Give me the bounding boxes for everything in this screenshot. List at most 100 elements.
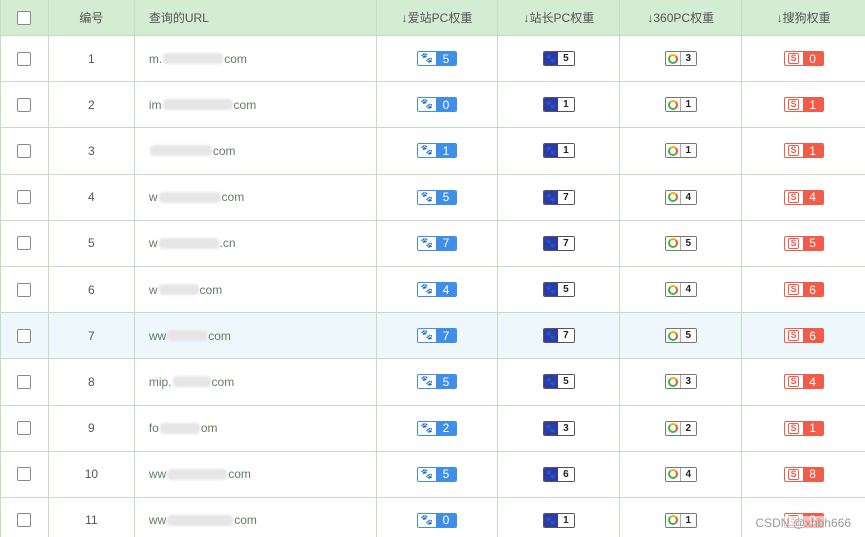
row-check-cell	[1, 128, 49, 174]
pc360-badge[interactable]: 1	[664, 512, 697, 528]
aizhan-badge[interactable]: 🐾 7	[417, 328, 457, 344]
row-checkbox[interactable]	[17, 51, 32, 66]
zhanzhang-badge[interactable]: 🐾 5	[542, 51, 575, 67]
url-link[interactable]: m. com	[149, 52, 247, 66]
row-check-cell	[1, 82, 49, 128]
pc360-badge[interactable]: 3	[664, 374, 697, 390]
pc360-badge[interactable]: 4	[664, 466, 697, 482]
url-link[interactable]: com	[149, 144, 236, 158]
sogou-badge[interactable]: S 6	[783, 282, 824, 298]
row-checkbox[interactable]	[17, 97, 32, 112]
pc360-cell: 3	[620, 359, 743, 405]
url-link[interactable]: ww com	[149, 513, 257, 527]
url-link[interactable]: mip. com	[149, 375, 234, 389]
row-check-cell	[1, 266, 49, 313]
pc360-badge[interactable]: 1	[664, 97, 697, 113]
aizhan-badge[interactable]: 🐾 5	[417, 466, 457, 482]
row-check-cell	[1, 451, 49, 497]
url-link[interactable]: w com	[149, 283, 222, 297]
row-number: 5	[49, 220, 135, 266]
zhanzhang-badge[interactable]: 🐾 1	[542, 512, 575, 528]
sogou-badge[interactable]: S 6	[783, 328, 824, 344]
row-checkbox[interactable]	[17, 328, 32, 343]
zhanzhang-value: 6	[557, 467, 574, 481]
url-link[interactable]: ww com	[149, 467, 251, 481]
pc360-value: 1	[679, 513, 696, 527]
aizhan-badge[interactable]: 🐾 5	[417, 374, 457, 390]
sogou-value: 4	[802, 190, 823, 204]
aizhan-value: 4	[436, 283, 456, 297]
aizhan-badge[interactable]: 🐾 2	[417, 420, 457, 436]
row-checkbox[interactable]	[17, 190, 32, 205]
sogou-badge[interactable]: S 1	[783, 97, 824, 113]
aizhan-badge[interactable]: 🐾 0	[417, 512, 457, 528]
sogou-cell: S 1	[742, 406, 865, 451]
aizhan-badge[interactable]: 🐾 1	[417, 143, 457, 159]
sogou-badge[interactable]: S 1	[783, 143, 824, 159]
url-link[interactable]: w .cn	[149, 236, 236, 250]
zhanzhang-badge[interactable]: 🐾 7	[542, 328, 575, 344]
sogou-badge[interactable]: S 1	[783, 420, 824, 436]
aizhan-badge[interactable]: 🐾 0	[417, 97, 457, 113]
sogou-badge[interactable]: S 5	[783, 235, 824, 251]
row-number: 1	[49, 36, 135, 82]
sogou-badge[interactable]: S 8	[783, 466, 824, 482]
url-link[interactable]: fo om	[149, 421, 218, 435]
row-checkbox[interactable]	[17, 374, 32, 389]
url-link[interactable]: ww com	[149, 329, 231, 343]
header-aizhan[interactable]: ↓爱站PC权重	[377, 0, 499, 35]
pc360-badge[interactable]: 5	[664, 235, 697, 251]
row-checkbox[interactable]	[17, 236, 32, 251]
baidu-paw-icon: 🐾	[418, 52, 436, 66]
row-checkbox[interactable]	[17, 282, 32, 297]
pc360-badge[interactable]: 1	[664, 143, 697, 159]
header-sogou[interactable]: ↓搜狗权重	[742, 0, 865, 35]
aizhan-badge[interactable]: 🐾 4	[417, 282, 457, 298]
sogou-badge[interactable]: S 4	[783, 189, 824, 205]
zhanzhang-cell: 🐾 7	[498, 174, 621, 220]
url-link[interactable]: im com	[149, 98, 256, 112]
zhanzhang-badge[interactable]: 🐾 5	[542, 374, 575, 390]
sogou-badge[interactable]: S 0	[783, 51, 824, 67]
header-num[interactable]: 编号	[49, 0, 135, 35]
aizhan-badge[interactable]: 🐾 5	[417, 51, 457, 67]
aizhan-cell: 🐾 1	[377, 128, 499, 174]
baidu-paw-icon: 🐾	[418, 467, 436, 481]
zhanzhang-badge[interactable]: 🐾 7	[542, 235, 575, 251]
pc360-badge[interactable]: 4	[664, 282, 697, 298]
row-check-cell	[1, 220, 49, 266]
row-checkbox[interactable]	[17, 421, 32, 436]
zhanzhang-badge[interactable]: 🐾 1	[542, 143, 575, 159]
aizhan-badge[interactable]: 🐾 7	[417, 235, 457, 251]
row-checkbox[interactable]	[17, 467, 32, 482]
row-number: 3	[49, 128, 135, 174]
zhanzhang-badge[interactable]: 🐾 1	[542, 97, 575, 113]
pc360-badge[interactable]: 5	[664, 328, 697, 344]
zhanzhang-badge[interactable]: 🐾 7	[542, 189, 575, 205]
aizhan-cell: 🐾 5	[377, 451, 499, 497]
table-row: 3 com 🐾 1 🐾 1 1 S 1	[1, 128, 865, 175]
pc360-cell: 1	[620, 82, 743, 128]
360-ring-icon	[665, 52, 680, 66]
pc360-badge[interactable]: 2	[664, 420, 697, 436]
url-prefix: m.	[148, 51, 163, 66]
aizhan-cell: 🐾 4	[377, 266, 499, 313]
sogou-badge[interactable]: S 4	[783, 374, 824, 390]
zhanzhang-badge[interactable]: 🐾 6	[542, 466, 575, 482]
zhanzhang-badge[interactable]: 🐾 5	[542, 282, 575, 298]
select-all-checkbox[interactable]	[17, 10, 32, 25]
url-redacted	[158, 284, 199, 296]
url-prefix: fo	[148, 421, 159, 436]
aizhan-value: 0	[436, 98, 456, 112]
sogou-cell: S 6	[742, 267, 865, 312]
sogou-cell: S 4	[742, 175, 865, 220]
zhanzhang-badge[interactable]: 🐾 3	[542, 420, 575, 436]
pc360-badge[interactable]: 3	[664, 51, 697, 67]
header-360[interactable]: ↓360PC权重	[620, 0, 743, 35]
header-zhanzhang[interactable]: ↓站长PC权重	[498, 0, 621, 35]
url-link[interactable]: w com	[149, 190, 244, 204]
pc360-badge[interactable]: 4	[664, 189, 697, 205]
row-checkbox[interactable]	[17, 143, 32, 158]
row-checkbox[interactable]	[17, 513, 32, 528]
aizhan-badge[interactable]: 🐾 5	[417, 189, 457, 205]
